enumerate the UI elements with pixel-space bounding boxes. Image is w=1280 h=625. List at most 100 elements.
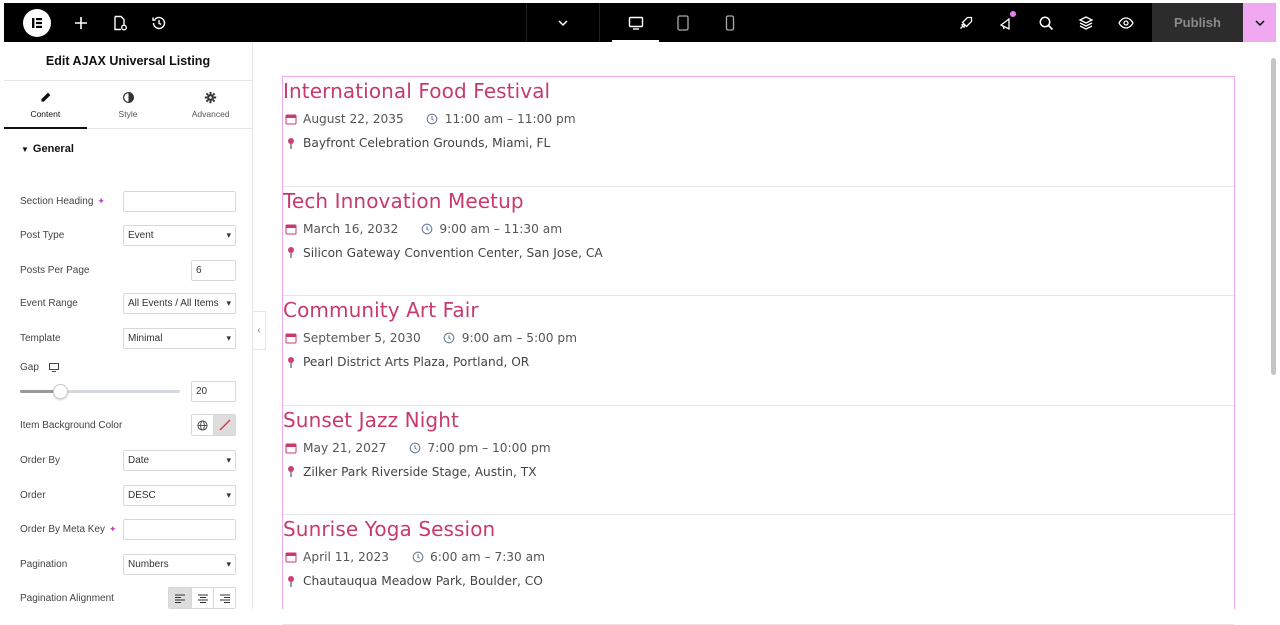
desktop-icon[interactable] [612,3,659,42]
ai-sparkle-icon[interactable]: ✦ [97,196,105,207]
calendar-icon [284,332,297,345]
clock-icon [420,222,433,235]
notifications-icon[interactable] [986,3,1026,42]
template-select[interactable]: Minimal [123,327,236,349]
gap-input[interactable]: 20 [191,380,236,402]
no-color-icon [219,419,230,431]
event-date: August 22, 2035 [303,112,404,126]
event-range-select[interactable]: All Events / All Items [123,292,236,314]
event-time: 9:00 am – 5:00 pm [461,331,578,346]
gap-slider-handle[interactable] [53,384,68,399]
event-time: 9:00 am – 11:30 am [439,221,563,236]
order-by-meta-key-input[interactable] [123,518,236,540]
ai-sparkle-icon[interactable]: ✦ [109,524,117,535]
control-label: Order By [20,454,61,466]
editor-panel: Edit AJAX Universal Listing Content Styl… [4,42,253,609]
page-settings-icon[interactable] [100,3,139,42]
event-meta: April 11, 2023 6:00 am – 7:30 am [284,550,545,564]
pagination-select[interactable]: Numbers [123,553,236,575]
control-label: Posts Per Page [20,264,90,276]
event-title[interactable]: Community Art Fair [283,298,479,322]
control-label: Order [20,489,46,501]
publish-button[interactable]: Publish [1152,3,1243,42]
event-time: 11:00 am – 11:00 pm [444,112,576,126]
control-label: Order By Meta Key [20,523,106,535]
tab-label: Style [118,108,138,119]
event-date: May 21, 2027 [303,440,387,455]
elementor-logo-icon[interactable] [23,8,51,37]
align-left-icon[interactable] [169,588,191,608]
panel-tabs: Content Style Advanced [4,81,252,129]
event-location-text: Zilker Park Riverside Stage, Austin, TX [303,464,537,479]
section-general-toggle[interactable]: ▼ General [4,129,252,169]
publish-options-button[interactable] [1243,3,1276,42]
section-title: General [32,143,74,155]
canvas-scrollbar[interactable] [1271,58,1276,375]
event-location: Chautauqua Meadow Park, Boulder, CO [284,574,543,588]
chevron-left-icon: ‹ [257,325,261,336]
align-center-icon[interactable] [191,588,213,608]
pencil-icon [41,92,51,102]
gap-slider[interactable] [20,384,180,399]
section-heading-input[interactable] [123,190,236,212]
pagination-alignment-group [168,587,236,609]
post-type-select[interactable]: Event [123,224,236,246]
event-location-text: Chautauqua Meadow Park, Boulder, CO [303,574,543,589]
calendar-icon [284,222,297,235]
clock-icon [408,441,421,454]
control-label: Section Heading [20,195,94,207]
layers-icon[interactable] [1066,3,1106,42]
calendar-icon [284,551,297,564]
order-select[interactable]: DESC [123,484,236,506]
event-item[interactable]: International Food Festival August 22, 20… [283,77,1234,187]
event-title[interactable]: Sunrise Yoga Session [283,517,495,541]
order-by-select[interactable]: Date [123,449,236,471]
location-pin-icon [284,246,297,259]
panel-title: Edit AJAX Universal Listing [4,42,252,81]
event-item[interactable]: Sunset Jazz Night May 21, 2027 7:00 pm – 1… [283,406,1234,516]
color-swatch-empty[interactable] [213,415,235,435]
event-meta: August 22, 2035 11:00 am – 11:00 pm [284,112,576,126]
event-item[interactable]: Community Art Fair September 5, 2030 9:00 … [283,296,1234,406]
listing-widget[interactable]: International Food Festival August 22, 20… [282,76,1235,625]
event-date: March 16, 2032 [303,221,399,236]
plus-icon[interactable] [61,3,100,42]
event-meta: September 5, 2030 9:00 am – 5:00 pm [284,331,577,345]
search-icon[interactable] [1026,3,1066,42]
rocket-icon[interactable] [946,3,986,42]
caret-down-icon: ▼ [21,144,29,154]
control-label: Pagination [20,558,68,570]
align-right-icon[interactable] [213,588,235,608]
event-location: Zilker Park Riverside Stage, Austin, TX [284,465,537,479]
event-time: 7:00 pm – 10:00 pm [427,440,551,455]
event-location-text: Pearl District Arts Plaza, Portland, OR [303,355,530,370]
location-pin-icon [284,575,297,588]
event-title[interactable]: International Food Festival [283,79,550,103]
control-gap-label-row: Gap [20,356,236,378]
tab-style[interactable]: Style [87,81,170,128]
preview-eye-icon[interactable] [1106,3,1146,42]
control-template: Template Minimal [20,327,236,349]
event-location: Bayfront Celebration Grounds, Miami, FL [284,136,550,150]
collapse-panel-button[interactable]: ‹ [253,311,266,350]
globe-icon[interactable] [192,415,213,435]
location-pin-icon [284,137,297,150]
tablet-icon[interactable] [659,3,706,42]
control-order: Order DESC [20,484,236,506]
desktop-icon[interactable] [48,362,59,372]
event-title[interactable]: Sunset Jazz Night [283,408,459,432]
tab-label: Advanced [191,108,230,119]
event-meta: March 16, 2032 9:00 am – 11:30 am [284,222,562,236]
tab-advanced[interactable]: Advanced [169,81,252,128]
event-title[interactable]: Tech Innovation Meetup [283,189,524,213]
mobile-icon[interactable] [706,3,753,42]
history-icon[interactable] [139,3,178,42]
tab-content[interactable]: Content [4,81,87,129]
half-circle-icon [122,91,134,103]
control-event-range: Event Range All Events / All Items [20,292,236,314]
tab-label: Content [30,108,61,119]
chevron-down-icon[interactable] [526,3,600,42]
posts-per-page-input[interactable]: 6 [191,259,236,281]
control-label: Template [20,332,61,344]
event-item[interactable]: Tech Innovation Meetup March 16, 2032 9:00… [283,187,1234,297]
